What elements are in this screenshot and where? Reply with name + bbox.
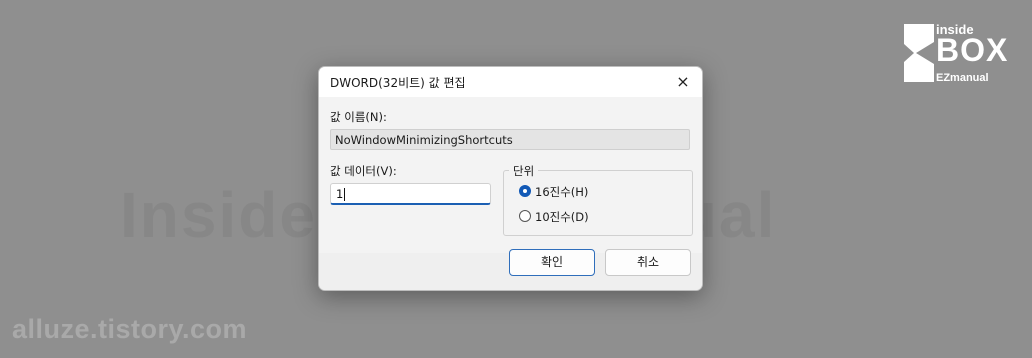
value-data-input[interactable]: 1: [330, 183, 491, 205]
radio-unselected-icon: [519, 210, 531, 222]
insidebox-logo: inside BOX EZmanual: [902, 22, 1018, 92]
edit-dword-dialog: DWORD(32비트) 값 편집 × 값 이름(N): NoWindowMini…: [318, 66, 703, 291]
radio-decimal-label: 10진수(D): [535, 210, 589, 224]
logo-text-box: BOX: [936, 32, 1009, 68]
title-bar: DWORD(32비트) 값 편집 ×: [319, 67, 702, 97]
ok-button[interactable]: 확인: [509, 249, 595, 276]
radio-hexadecimal-label: 16진수(H): [535, 185, 589, 199]
close-icon[interactable]: ×: [672, 71, 694, 93]
logo-text-ezmanual: EZmanual: [936, 72, 989, 84]
value-data-label: 값 데이터(V):: [330, 164, 397, 178]
cancel-button[interactable]: 취소: [605, 249, 691, 276]
base-groupbox: [503, 170, 693, 236]
value-name-text: NoWindowMinimizingShortcuts: [335, 133, 513, 147]
value-data-text: 1: [336, 187, 344, 201]
dialog-title: DWORD(32비트) 값 편집: [330, 76, 466, 90]
text-cursor: [344, 188, 346, 201]
site-watermark: alluze.tistory.com: [12, 314, 248, 344]
value-name-label: 값 이름(N):: [330, 110, 387, 124]
base-group-label: 단위: [509, 163, 539, 179]
radio-selected-icon: [519, 185, 531, 197]
value-name-field[interactable]: NoWindowMinimizingShortcuts: [330, 129, 690, 150]
